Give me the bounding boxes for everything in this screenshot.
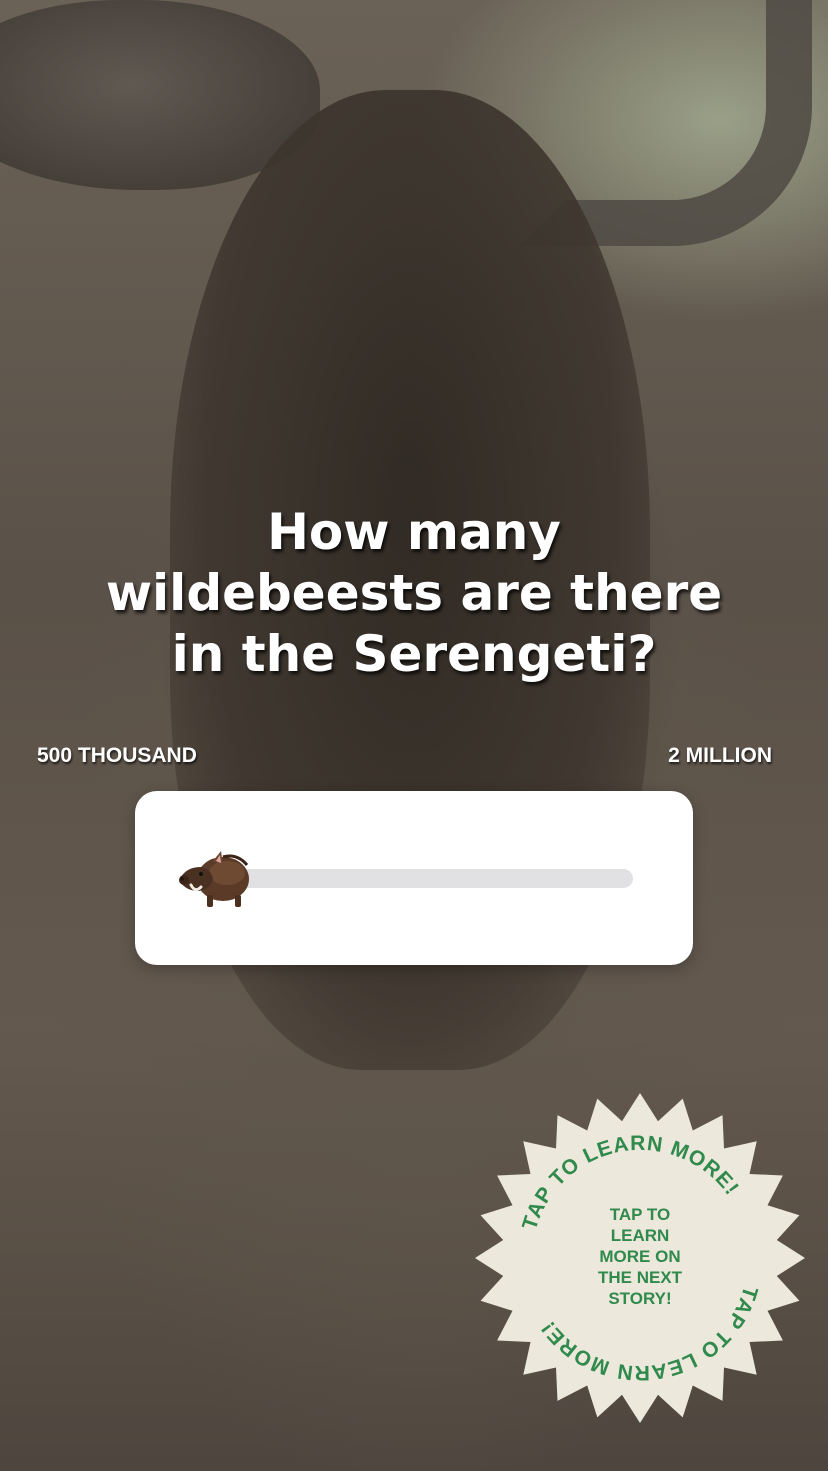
slider-track[interactable]	[235, 869, 633, 888]
question-line-1: How many	[267, 503, 561, 561]
question-title: How many wildebeests are there in the Se…	[60, 502, 768, 685]
sticker-center-line-4: THE NEXT	[598, 1268, 683, 1287]
slider-max-label: 2 MILLION	[668, 744, 772, 767]
tap-to-learn-more-sticker[interactable]: TAP TO LEARN MORE! TAP TO LEARN MORE! TA…	[470, 1088, 810, 1428]
emoji-slider-card[interactable]	[135, 791, 693, 965]
sticker-center-line-2: LEARN	[611, 1226, 670, 1245]
sticker-center-line-5: STORY!	[608, 1289, 671, 1308]
question-line-2: wildebeests are there	[105, 564, 723, 622]
sticker-center-line-3: MORE ON	[599, 1247, 680, 1266]
slider-min-label: 500 THOUSAND	[37, 744, 197, 767]
boar-emoji-icon[interactable]	[177, 843, 253, 913]
sticker-center-line-1: TAP TO	[610, 1205, 670, 1224]
question-line-3: in the Serengeti?	[171, 625, 657, 683]
